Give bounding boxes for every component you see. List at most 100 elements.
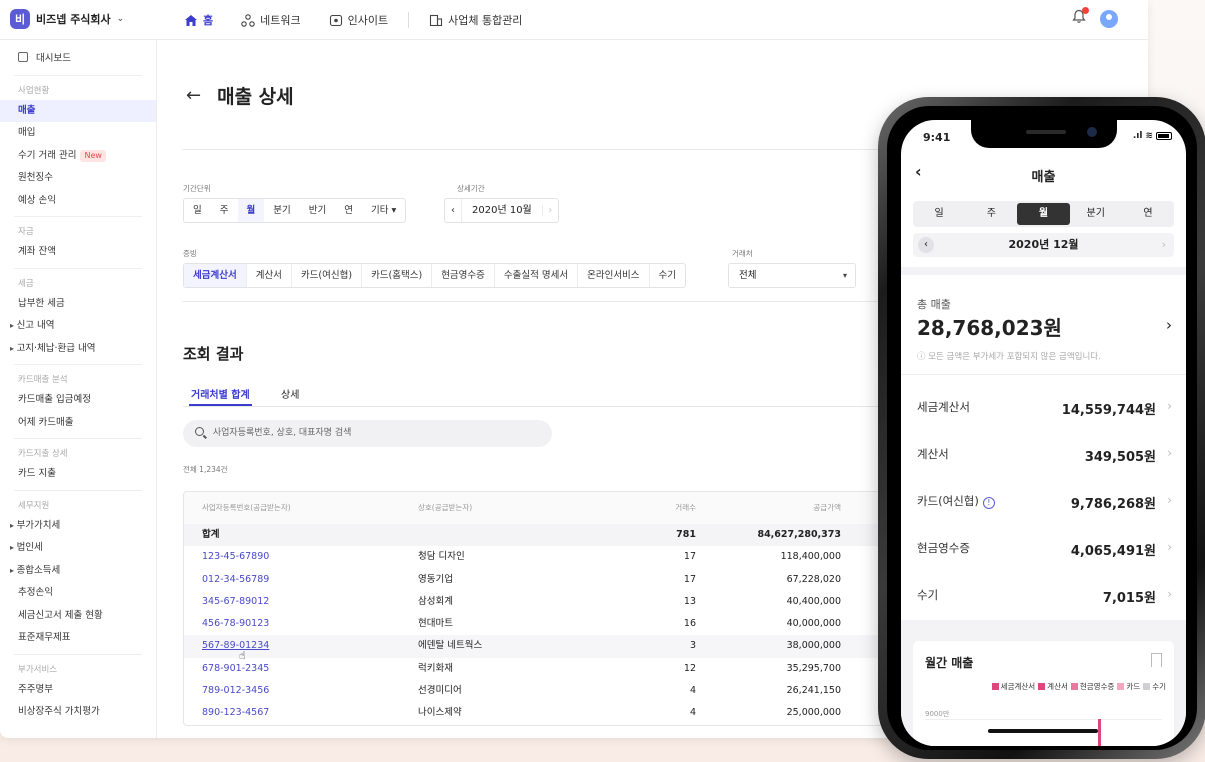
business-number-link[interactable]: 123-45-67890 [202, 546, 269, 568]
partner-select[interactable]: 전체 ▾ [728, 263, 856, 288]
sidebar-item-filing-status[interactable]: 세금신고서 제출 현황 [0, 605, 156, 628]
chevron-right-icon: › [1167, 493, 1172, 507]
nav-home[interactable]: 홈 [184, 12, 213, 28]
card-title: 월간 매출 [925, 656, 974, 670]
bookmark-icon[interactable] [1151, 653, 1162, 667]
mobile-sales-row[interactable]: 계산서 349,505원 › [917, 446, 1172, 466]
nav-network[interactable]: 네트워크 [241, 12, 301, 28]
mobile-period-week[interactable]: 주 [965, 201, 1017, 227]
notification-button[interactable] [1072, 7, 1089, 28]
sidebar-item-income-tax[interactable]: 종합소득세 [0, 560, 156, 583]
chart-bar[interactable] [1098, 719, 1101, 746]
sidebar-item-manual[interactable]: 수기 거래 관리 New [0, 145, 156, 168]
sidebar-item-paid-tax[interactable]: 납부한 세금 [0, 293, 156, 316]
period-option-day[interactable]: 일 [184, 199, 211, 222]
sidebar-group-extra: 부가서비스 [18, 664, 58, 675]
column-header[interactable]: 공급가액 [734, 492, 841, 524]
period-option-month[interactable]: 월 [237, 199, 265, 222]
evidence-option-card-credit[interactable]: 카드(여신협) [292, 264, 363, 287]
sidebar-item-purchase[interactable]: 매입 [0, 122, 156, 145]
mobile-next-month-button[interactable]: › [1162, 233, 1166, 257]
mobile-date-value: 2020년 12월 [1008, 238, 1079, 251]
mobile-period-quarter[interactable]: 분기 [1070, 201, 1122, 227]
period-option-week[interactable]: 주 [211, 199, 238, 222]
business-number-link[interactable]: 345-67-89012 [202, 591, 269, 613]
notification-badge [1082, 7, 1089, 14]
table-header: 사업자등록번호(공급받는자) 상호(공급받는자) 거래수 공급가액 [184, 492, 882, 524]
sidebar-item-vat[interactable]: 부가가치세 [0, 515, 156, 538]
evidence-option-tax-invoice[interactable]: 세금계산서 [184, 264, 247, 287]
evidence-option-card-hometax[interactable]: 카드(홈택스) [362, 264, 433, 287]
sidebar-item-dashboard[interactable]: 대시보드 [0, 48, 156, 71]
evidence-option-invoice[interactable]: 계산서 [247, 264, 292, 287]
period-option-year[interactable]: 연 [335, 199, 362, 222]
sidebar-item-financial-statements[interactable]: 표준재무제표 [0, 627, 156, 650]
mobile-sales-row[interactable]: 세금계산서 14,559,744원 › [917, 399, 1172, 419]
sidebar-item-sales[interactable]: 매출 [0, 99, 156, 122]
column-header[interactable]: 사업자등록번호(공급받는자) [202, 492, 291, 524]
sidebar-item-withholding[interactable]: 원천징수 [0, 167, 156, 190]
table-cell: 35,295,700 [786, 662, 841, 674]
period-unit-selector: 일 주 월 분기 반기 연 기타 ▾ [183, 198, 407, 223]
mobile-period-year[interactable]: 연 [1122, 201, 1174, 227]
table-row[interactable]: 567-89-01234 ☝ 에덴탈 네트웍스 3 38,000,000 [184, 635, 882, 662]
mobile-prev-month-button[interactable]: ‹ [918, 237, 934, 253]
detail-period-value[interactable]: 2020년 10월 [461, 199, 542, 222]
prev-period-button[interactable]: ‹ [445, 205, 461, 216]
evidence-option-cash-receipt[interactable]: 현금영수증 [432, 264, 495, 287]
business-number-link[interactable]: 567-89-01234 [202, 635, 269, 657]
user-avatar[interactable] [1100, 9, 1118, 28]
chevron-right-icon[interactable]: › [1166, 316, 1172, 334]
table-row[interactable]: 123-45-67890 청담 디자인 17 118,400,000 [184, 546, 882, 568]
nav-business[interactable]: 사업체 통합관리 [429, 12, 522, 28]
chevron-right-icon: › [1167, 540, 1172, 554]
column-header[interactable]: 상호(공급받는자) [418, 492, 472, 524]
mobile-period-day[interactable]: 일 [913, 201, 965, 227]
tab-partner-sum[interactable]: 거래처별 합계 [189, 386, 252, 406]
sidebar-item-notice[interactable]: 고지·체납·환급 내역 [0, 338, 156, 361]
period-option-other[interactable]: 기타 ▾ [362, 199, 405, 222]
info-icon[interactable]: ! [982, 497, 995, 509]
period-option-half[interactable]: 반기 [300, 199, 335, 222]
table-row[interactable]: 012-34-56789 영동기업 17 67,228,020 [184, 569, 882, 591]
nav-insight[interactable]: 인사이트 [329, 12, 388, 28]
table-row[interactable]: 789-012-3456 선경미디어 4 26,241,150 [184, 680, 882, 702]
period-option-quarter[interactable]: 분기 [264, 199, 299, 222]
legend-item: 계산서 [1038, 681, 1068, 692]
business-number-link[interactable]: 678-901-2345 [202, 658, 269, 680]
sidebar-item-card-deposit[interactable]: 카드매출 입금예정 [0, 389, 156, 412]
business-number-link[interactable]: 012-34-56789 [202, 569, 269, 591]
mobile-sales-row[interactable]: 수기 7,015원 › [917, 587, 1172, 607]
sidebar-item-shareholders[interactable]: 주주명부 [0, 679, 156, 702]
evidence-option-export[interactable]: 수출실적 명세서 [495, 264, 579, 287]
sidebar-item-card-expense[interactable]: 카드 지출 [0, 463, 156, 486]
table-row[interactable]: 890-123-4567 나이스제약 4 25,000,000 [184, 702, 882, 724]
sidebar-item-filing[interactable]: 신고 내역 [0, 315, 156, 338]
column-header[interactable]: 거래수 [654, 492, 696, 524]
business-number-link[interactable]: 456-78-90123 [202, 613, 269, 635]
table-row[interactable]: 345-67-89012 삼성회계 13 40,400,000 [184, 591, 882, 613]
back-arrow-icon[interactable]: ← [186, 85, 201, 106]
business-number-link[interactable]: 890-123-4567 [202, 702, 269, 724]
sidebar-item-balance[interactable]: 계좌 잔액 [0, 241, 156, 264]
sidebar-item-valuation[interactable]: 비상장주식 가치평가 [0, 701, 156, 724]
sidebar-item-corporate-tax[interactable]: 법인세 [0, 537, 156, 560]
table-row[interactable]: 456-78-90123 현대마트 16 40,000,000 [184, 613, 882, 635]
evidence-option-manual[interactable]: 수기 [650, 264, 685, 287]
mobile-sales-row[interactable]: 카드(여신협)! 9,786,268원 › [917, 493, 1172, 513]
org-switcher[interactable]: 비 비즈넵 주식회사 ⌄ [10, 9, 124, 29]
sidebar-item-yesterday-card[interactable]: 어제 카드매출 [0, 412, 156, 435]
mobile-date-picker: ‹ 2020년 12월 › [913, 233, 1174, 257]
tab-detail[interactable]: 상세 [281, 386, 299, 401]
mobile-period-month[interactable]: 월 [1017, 203, 1070, 225]
business-number-link[interactable]: 789-012-3456 [202, 680, 269, 702]
nav-divider [408, 12, 410, 28]
sidebar-item-expected-pl[interactable]: 예상 손익 [0, 190, 156, 213]
table-cell: 17 [683, 551, 696, 563]
evidence-option-online[interactable]: 온라인서비스 [578, 264, 650, 287]
sidebar-item-estimated-pl[interactable]: 추정손익 [0, 582, 156, 605]
table-row[interactable]: 678-901-2345 럭키화재 12 35,295,700 [184, 658, 882, 680]
mobile-sales-row[interactable]: 현금영수증 4,065,491원 › [917, 540, 1172, 560]
next-period-button[interactable]: › [541, 205, 558, 216]
search-input[interactable]: 사업자등록번호, 상호, 대표자명 검색 [183, 420, 552, 447]
